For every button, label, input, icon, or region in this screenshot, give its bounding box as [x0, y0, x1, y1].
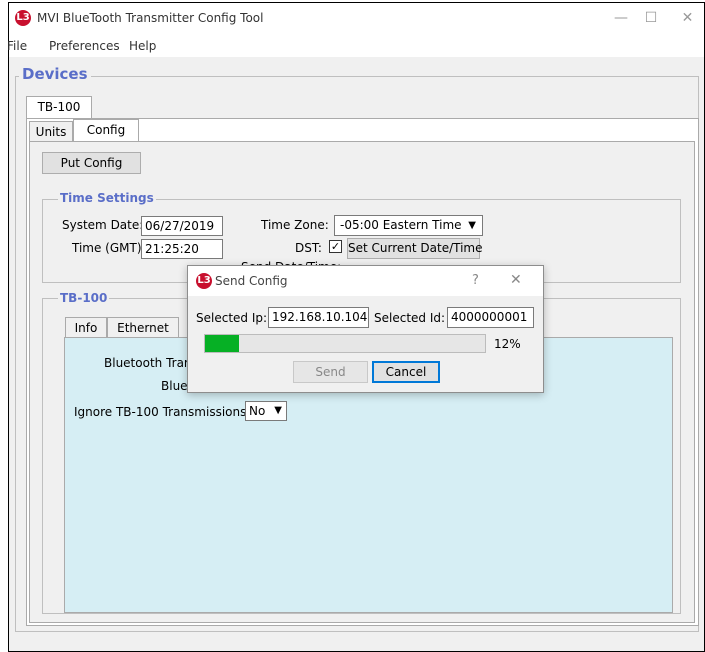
time-gmt-field[interactable]: 21:25:20 — [141, 239, 223, 259]
put-config-button[interactable]: Put Config — [42, 152, 141, 174]
app-logo-icon: L3 — [15, 10, 31, 26]
time-zone-select[interactable]: -05:00 Eastern Time ▼ — [334, 215, 483, 236]
dialog-close-icon[interactable]: ✕ — [510, 272, 522, 288]
devices-title: Devices — [19, 65, 91, 83]
send-config-dialog: L3 Send Config ? ✕ Selected Ip: 192.168.… — [187, 265, 544, 393]
dst-checkbox[interactable]: ✓ — [329, 240, 342, 253]
time-gmt-label: Time (GMT): — [72, 241, 146, 255]
menu-file[interactable]: File — [7, 39, 27, 53]
tab-units[interactable]: Units — [29, 121, 73, 142]
menu-preferences[interactable]: Preferences — [49, 39, 120, 53]
cancel-button[interactable]: Cancel — [372, 361, 440, 383]
dst-label: DST: — [295, 241, 322, 255]
time-settings-title: Time Settings — [58, 191, 156, 205]
title-bar: L3 MVI BlueTooth Transmitter Config Tool… — [9, 3, 704, 33]
selected-ip-label: Selected Ip: — [196, 311, 268, 325]
selected-id-label: Selected Id: — [374, 311, 446, 325]
menu-help[interactable]: Help — [129, 39, 156, 53]
dialog-title-bar: L3 Send Config ? ✕ — [188, 266, 543, 296]
send-progress-bar — [204, 334, 486, 353]
set-current-date-time-button[interactable]: Set Current Date/Time — [347, 238, 483, 259]
window-title: MVI BlueTooth Transmitter Config Tool — [37, 11, 264, 25]
system-date-field[interactable]: 06/27/2019 — [141, 216, 223, 236]
progress-percent: 12% — [494, 337, 521, 351]
dialog-logo-icon: L3 — [196, 273, 212, 289]
send-progress-fill — [205, 335, 239, 352]
close-icon[interactable]: ✕ — [671, 3, 704, 33]
ignore-transmissions-value: No — [249, 404, 266, 418]
selected-id-field[interactable]: 4000000001 — [447, 307, 534, 328]
menu-bar: File Preferences Help — [7, 33, 704, 57]
selected-ip-field[interactable]: 192.168.10.104 — [268, 307, 369, 328]
tab-info[interactable]: Info — [65, 317, 107, 338]
system-date-label: System Date: — [62, 218, 144, 232]
chevron-down-icon: ▼ — [274, 405, 282, 416]
dialog-title: Send Config — [215, 274, 288, 288]
time-zone-value: -05:00 Eastern Time — [340, 218, 462, 232]
tab-config[interactable]: Config — [73, 119, 139, 142]
maximize-icon[interactable]: ☐ — [631, 3, 671, 33]
help-icon[interactable]: ? — [472, 273, 479, 288]
ignore-transmissions-select[interactable]: No ▼ — [245, 401, 287, 421]
chevron-down-icon: ▼ — [468, 220, 476, 231]
bluetooth-label: Blue — [161, 379, 188, 393]
tab-ethernet[interactable]: Ethernet — [107, 317, 179, 338]
bluetooth-transmitter-label: Bluetooth Trar — [104, 356, 189, 370]
time-zone-label: Time Zone: — [261, 218, 329, 232]
tab-tb-100[interactable]: TB-100 — [26, 96, 92, 119]
tb100-title: TB-100 — [58, 291, 110, 305]
send-button[interactable]: Send — [293, 361, 368, 383]
ignore-transmissions-label: Ignore TB-100 Transmissions: — [74, 405, 251, 419]
